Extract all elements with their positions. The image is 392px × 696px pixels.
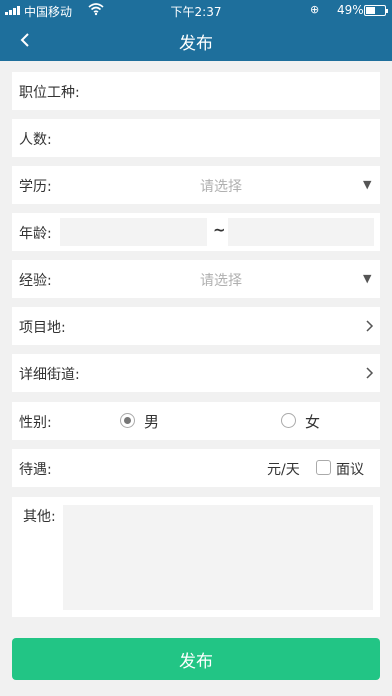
street-label: 详细街道: [19,367,80,383]
dropdown-triangle-icon: ▼ [363,272,372,285]
headcount-label: 人数: [19,132,52,148]
position-field[interactable]: 职位工种: [12,72,380,110]
experience-label: 经验: [19,273,52,289]
battery-icon [364,5,388,16]
chevron-right-icon [366,320,374,332]
experience-placeholder: 请选择 [200,273,242,289]
age-label: 年龄: [19,226,52,242]
age-max-input[interactable] [228,218,374,246]
status-bar: 中国移动 下午2:37 ⊕ 49% [0,0,392,20]
project-location-label: 项目地: [19,320,66,336]
negotiable-checkbox[interactable] [316,460,331,475]
gender-female-radio[interactable] [281,413,296,428]
submit-button[interactable]: 发布 [12,638,380,680]
status-time: 下午2:37 [170,5,222,19]
street-field[interactable]: 详细街道: [12,354,380,392]
gender-label: 性别: [19,415,52,431]
gender-field: 性别: 男 女 [12,402,380,440]
gender-female-label[interactable]: 女 [305,411,320,432]
experience-select[interactable]: 经验: 请选择 ▼ [12,260,380,298]
salary-label: 待遇: [19,462,52,478]
age-separator: ~ [213,221,226,239]
age-min-input[interactable] [60,218,207,246]
nav-bar: 发布 [0,20,392,61]
negotiable-label[interactable]: 面议 [336,459,364,479]
gender-male-label[interactable]: 男 [144,411,159,432]
page-title: 发布 [179,34,213,54]
rotation-lock-icon: ⊕ [310,3,320,16]
other-textarea[interactable] [63,505,373,610]
salary-unit: 元/天 [267,462,300,478]
gender-male-radio[interactable] [120,413,135,428]
age-field: 年龄: ~ [12,213,380,251]
other-field: 其他: [12,497,380,617]
other-label: 其他: [23,509,56,525]
headcount-field[interactable]: 人数: [12,119,380,157]
education-placeholder: 请选择 [200,179,242,195]
battery-percent: 49% [337,3,364,17]
dropdown-triangle-icon: ▼ [363,178,372,191]
chevron-right-icon [366,367,374,379]
salary-field[interactable]: 待遇: 元/天 面议 [12,449,380,487]
position-label: 职位工种: [19,85,80,101]
education-label: 学历: [19,179,52,195]
project-location-field[interactable]: 项目地: [12,307,380,345]
education-select[interactable]: 学历: 请选择 ▼ [12,166,380,204]
